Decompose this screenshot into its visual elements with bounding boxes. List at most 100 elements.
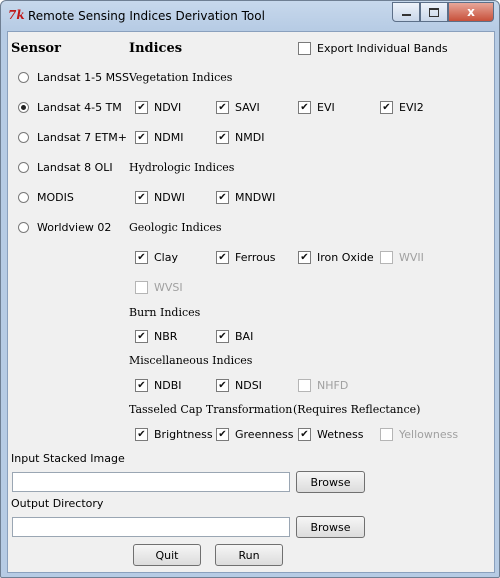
checkbox-nmdi[interactable]: ✔ NMDI: [216, 131, 264, 144]
checkbox-icon: [298, 42, 311, 55]
checkbox-label: NBR: [154, 330, 178, 343]
checkmark-icon: ✔: [216, 379, 229, 392]
checkmark-icon: ✔: [135, 428, 148, 441]
checkbox-icon: [380, 251, 393, 264]
checkmark-icon: ✔: [298, 251, 311, 264]
checkmark-icon: ✔: [135, 131, 148, 144]
checkbox-yellowness-disabled: Yellowness: [380, 428, 458, 441]
checkbox-clay[interactable]: ✔ Clay: [135, 251, 178, 264]
input-browse-button[interactable]: Browse: [296, 471, 365, 493]
radio-icon: [18, 132, 29, 143]
checkbox-wvii-disabled: WVII: [380, 251, 424, 264]
sensor-radio-landsat-8-oli[interactable]: Landsat 8 OLI: [18, 161, 113, 174]
tasseled-cap-heading: Tasseled Cap Transformation: [129, 403, 293, 416]
checkbox-nhfd-disabled: NHFD: [298, 379, 348, 392]
checkbox-greenness[interactable]: ✔ Greenness: [216, 428, 294, 441]
checkbox-ndbi[interactable]: ✔ NDBI: [135, 379, 182, 392]
sensor-radio-landsat-1-5-mss[interactable]: Landsat 1-5 MSS: [18, 71, 129, 84]
sensor-radio-worldview-02[interactable]: Worldview 02: [18, 221, 111, 234]
checkbox-label: Wetness: [317, 428, 364, 441]
input-stacked-image-field[interactable]: [12, 472, 290, 492]
indices-heading: Indices: [129, 41, 183, 56]
checkbox-icon: [298, 379, 311, 392]
radio-label: Landsat 8 OLI: [37, 161, 113, 174]
checkbox-nbr[interactable]: ✔ NBR: [135, 330, 177, 343]
run-button[interactable]: Run: [215, 544, 283, 566]
checkbox-ndwi[interactable]: ✔ NDWI: [135, 191, 185, 204]
radio-icon: [18, 192, 29, 203]
checkbox-ndvi[interactable]: ✔ NDVI: [135, 101, 181, 114]
minimize-icon: [401, 14, 411, 16]
tk-app-icon: 7k: [8, 8, 25, 22]
app-window: 7k Remote Sensing Indices Derivation Too…: [0, 0, 500, 578]
sensor-radio-landsat-7-etm[interactable]: Landsat 7 ETM+: [18, 131, 127, 144]
checkbox-savi[interactable]: ✔ SAVI: [216, 101, 260, 114]
checkbox-brightness[interactable]: ✔ Brightness: [135, 428, 213, 441]
maximize-button[interactable]: [420, 2, 448, 22]
checkmark-icon: ✔: [135, 101, 148, 114]
window-controls: x: [392, 2, 494, 22]
checkbox-label: NDMI: [154, 131, 184, 144]
radio-icon: [18, 72, 29, 83]
checkbox-evi[interactable]: ✔ EVI: [298, 101, 335, 114]
checkbox-label: BAI: [235, 330, 254, 343]
checkbox-label: EVI2: [399, 101, 424, 114]
sensor-radio-landsat-4-5-tm[interactable]: Landsat 4-5 TM: [18, 101, 122, 114]
checkbox-evi2[interactable]: ✔ EVI2: [380, 101, 424, 114]
radio-label: Landsat 7 ETM+: [37, 131, 127, 144]
checkbox-label: WVSI: [154, 281, 183, 294]
radio-label: Landsat 4-5 TM: [37, 101, 122, 114]
radio-icon: [18, 162, 29, 173]
burn-indices-heading: Burn Indices: [129, 306, 201, 319]
checkmark-icon: ✔: [135, 379, 148, 392]
output-directory-field[interactable]: [12, 517, 290, 537]
radio-icon: [18, 222, 29, 233]
radio-selected-icon: [18, 102, 29, 113]
checkbox-label: EVI: [317, 101, 335, 114]
sensor-radio-modis[interactable]: MODIS: [18, 191, 74, 204]
checkbox-ndsi[interactable]: ✔ NDSI: [216, 379, 262, 392]
checkmark-icon: ✔: [298, 101, 311, 114]
close-button[interactable]: x: [448, 2, 494, 22]
checkbox-label: NDWI: [154, 191, 185, 204]
requires-reflectance-note: (Requires Reflectance): [293, 403, 421, 416]
checkmark-icon: ✔: [298, 428, 311, 441]
radio-label: Worldview 02: [37, 221, 112, 234]
checkmark-icon: ✔: [216, 101, 229, 114]
checkbox-label: NMDI: [235, 131, 265, 144]
checkbox-wetness[interactable]: ✔ Wetness: [298, 428, 364, 441]
checkmark-icon: ✔: [135, 251, 148, 264]
checkbox-icon: [135, 281, 148, 294]
vegetation-indices-heading: Vegetation Indices: [129, 71, 233, 84]
checkmark-icon: ✔: [135, 191, 148, 204]
miscellaneous-indices-heading: Miscellaneous Indices: [129, 354, 253, 367]
checkbox-label: Yellowness: [399, 428, 459, 441]
radio-label: Landsat 1-5 MSS: [37, 71, 130, 84]
checkbox-wvsi-disabled: WVSI: [135, 281, 183, 294]
checkmark-icon: ✔: [216, 251, 229, 264]
minimize-button[interactable]: [392, 2, 420, 22]
checkbox-label: NDSI: [235, 379, 262, 392]
window-title: Remote Sensing Indices Derivation Tool: [28, 9, 265, 23]
geologic-indices-heading: Geologic Indices: [129, 221, 222, 234]
checkbox-label: Brightness: [154, 428, 213, 441]
checkbox-label: NHFD: [317, 379, 349, 392]
checkbox-label: NDVI: [154, 101, 182, 114]
checkmark-icon: ✔: [216, 330, 229, 343]
checkbox-iron-oxide[interactable]: ✔ Iron Oxide: [298, 251, 374, 264]
checkbox-bai[interactable]: ✔ BAI: [216, 330, 253, 343]
output-directory-label: Output Directory: [11, 497, 104, 510]
checkbox-ndmi[interactable]: ✔ NDMI: [135, 131, 183, 144]
title-bar[interactable]: 7k Remote Sensing Indices Derivation Too…: [1, 1, 499, 31]
hydrologic-indices-heading: Hydrologic Indices: [129, 161, 235, 174]
checkmark-icon: ✔: [380, 101, 393, 114]
checkbox-ferrous[interactable]: ✔ Ferrous: [216, 251, 276, 264]
export-individual-bands-checkbox[interactable]: Export Individual Bands: [298, 42, 448, 55]
checkmark-icon: ✔: [216, 191, 229, 204]
checkbox-label: MNDWI: [235, 191, 276, 204]
checkmark-icon: ✔: [135, 330, 148, 343]
output-browse-button[interactable]: Browse: [296, 516, 365, 538]
checkbox-mndwi[interactable]: ✔ MNDWI: [216, 191, 275, 204]
quit-button[interactable]: Quit: [133, 544, 201, 566]
radio-label: MODIS: [37, 191, 74, 204]
